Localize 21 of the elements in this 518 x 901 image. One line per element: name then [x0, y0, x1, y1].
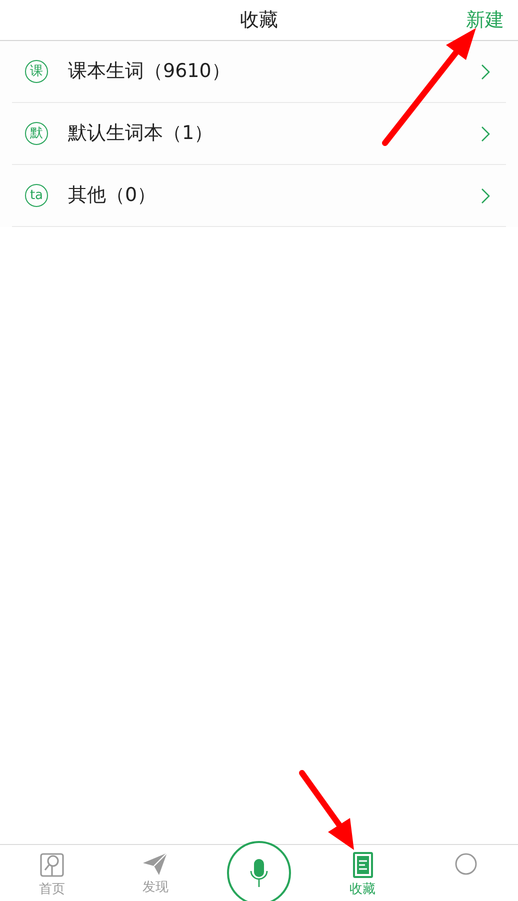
tab[interactable]: 发现 [142, 845, 168, 901]
tab[interactable]: 首页 [38, 845, 65, 901]
notebook-icon [352, 852, 373, 878]
badge-icon: 课 [25, 60, 48, 83]
wordbook-name: 默认生词本（1） [68, 121, 214, 146]
microphone-icon [250, 858, 268, 888]
chevron-right-icon [481, 126, 490, 142]
paper-plane-icon [142, 852, 168, 876]
wordbook-item[interactable]: 默 默认生词本（1） [12, 103, 506, 165]
page-title: 收藏 [240, 8, 278, 33]
badge-icon: 默 [25, 122, 48, 145]
wordbook-name: 其他（0） [68, 183, 158, 208]
wordbook-item[interactable]: ta 其他（0） [12, 165, 506, 227]
circle-icon [454, 852, 478, 876]
chevron-right-icon [481, 64, 490, 80]
new-button[interactable]: 新建 [466, 6, 504, 34]
wordbook-name: 课本生词（9610） [68, 59, 232, 84]
tab[interactable]: 收藏 [350, 845, 376, 901]
badge-icon: ta [25, 184, 48, 207]
chevron-right-icon [481, 188, 490, 204]
book-search-icon [38, 852, 65, 878]
